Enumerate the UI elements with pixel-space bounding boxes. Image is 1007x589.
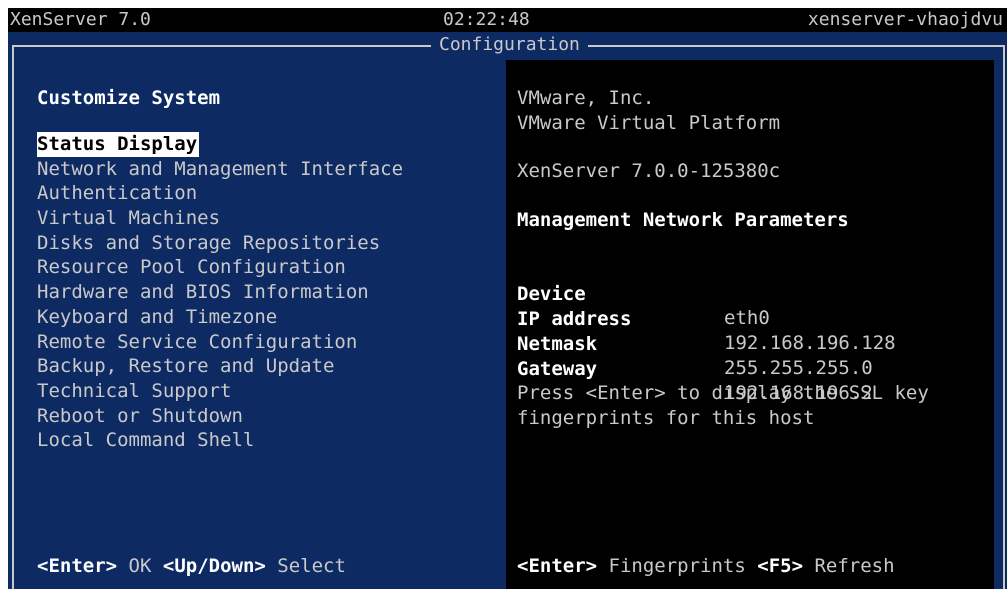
hardware-vendor: VMware, Inc. xyxy=(517,87,655,109)
ok-action-hint: OK xyxy=(128,555,152,577)
menu-item-virtual-machines[interactable]: Virtual Machines xyxy=(37,206,403,231)
right-key-hint: <Enter> Fingerprints <F5> Refresh xyxy=(517,554,895,579)
menu-item-authentication[interactable]: Authentication xyxy=(37,181,403,206)
enter-key-hint: <Enter> xyxy=(517,555,598,577)
menu-item-resource-pool[interactable]: Resource Pool Configuration xyxy=(37,255,403,280)
menu-item-keyboard-timezone[interactable]: Keyboard and Timezone xyxy=(37,305,403,330)
refresh-action-hint: Refresh xyxy=(814,555,895,577)
menu-item-network-management[interactable]: Network and Management Interface xyxy=(37,157,403,182)
frame-title: Configuration xyxy=(431,33,588,57)
menu-item-local-shell[interactable]: Local Command Shell xyxy=(37,428,403,453)
ssl-message-line1: Press <Enter> to display the SSL key xyxy=(517,382,929,404)
top-status-bar: XenServer 7.0 02:22:48 xenserver-vhaojdv… xyxy=(8,8,1007,32)
menu-item-technical-support[interactable]: Technical Support xyxy=(37,379,403,404)
customize-menu: Status Display Network and Management In… xyxy=(37,132,403,453)
menu-item-status-display[interactable]: Status Display xyxy=(37,132,200,157)
status-display-pane: VMware, Inc. VMware Virtual Platform Xen… xyxy=(506,60,994,589)
enter-key-hint: <Enter> xyxy=(37,555,118,577)
fingerprints-action-hint: Fingerprints xyxy=(608,555,746,577)
product-version: XenServer 7.0 xyxy=(10,9,151,30)
f5-key-hint: <F5> xyxy=(757,555,804,577)
clock-time: 02:22:48 xyxy=(443,9,530,30)
select-action-hint: Select xyxy=(277,555,346,577)
updown-key-hint: <Up/Down> xyxy=(162,555,266,577)
menu-item-backup-restore[interactable]: Backup, Restore and Update xyxy=(37,354,403,379)
network-params-heading: Management Network Parameters xyxy=(517,209,849,231)
customize-system-pane: Customize System xyxy=(37,86,497,111)
menu-item-reboot-shutdown[interactable]: Reboot or Shutdown xyxy=(37,404,403,429)
menu-item-hardware-bios[interactable]: Hardware and BIOS Information xyxy=(37,280,403,305)
hostname: xenserver-vhaojdvu xyxy=(807,9,1003,30)
hardware-platform: VMware Virtual Platform xyxy=(517,112,781,134)
ssl-message-line2: fingerprints for this host xyxy=(517,407,815,429)
menu-heading: Customize System xyxy=(37,87,221,109)
xenserver-build: XenServer 7.0.0-125380c xyxy=(517,160,781,182)
menu-item-disks-storage[interactable]: Disks and Storage Repositories xyxy=(37,231,403,256)
net-key: Gateway xyxy=(517,357,598,380)
left-key-hint: <Enter> OK <Up/Down> Select xyxy=(37,554,346,579)
menu-item-remote-service[interactable]: Remote Service Configuration xyxy=(37,330,403,355)
console-screen: XenServer 7.0 02:22:48 xenserver-vhaojdv… xyxy=(8,8,1007,589)
